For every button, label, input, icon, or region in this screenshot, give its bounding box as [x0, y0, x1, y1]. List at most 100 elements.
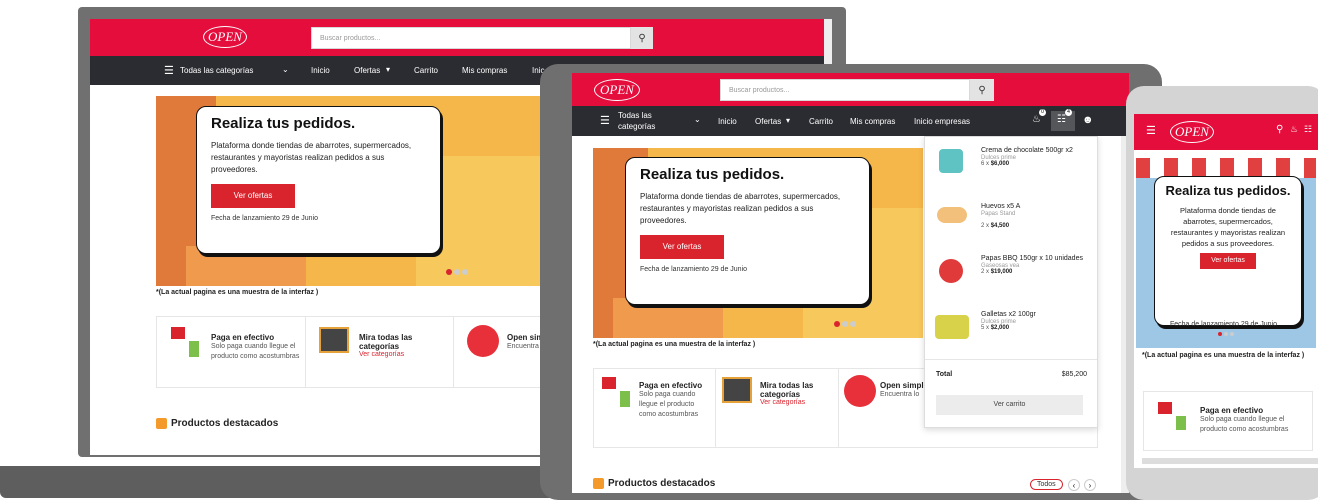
tablet-nav-categories-line1[interactable]: Todas las — [618, 111, 652, 120]
cart-item-name: Papas BBQ 150gr x 10 unidades — [981, 255, 1083, 262]
tablet-nav: ☰ Todas las categorías ⌄ Inicio Ofertas … — [572, 106, 1129, 136]
tablet-nav-inicio-empresas[interactable]: Inicio empresas — [914, 117, 970, 126]
ver-categorias-link[interactable]: Ver categorías — [760, 399, 834, 406]
menu-icon[interactable]: ☰ — [1146, 124, 1156, 137]
chevron-down-icon: ▾ — [786, 116, 791, 125]
mobile-screen: ☰ OPEN ⚲ ♨ ☷ Realiza tus pedidos. Plataf… — [1134, 114, 1318, 468]
hero-text: Plataforma donde tiendas de abarrotes, s… — [211, 141, 412, 174]
mobile-carousel-dots[interactable] — [1218, 332, 1234, 336]
cart-item-name: Crema de chocolate 500gr x2 — [981, 147, 1073, 154]
cart-item-price: $19,000 — [990, 269, 1013, 275]
hero-ver-ofertas-button[interactable]: Ver ofertas — [1200, 253, 1256, 269]
cart-item-brand: Papas Stand — [981, 211, 1016, 217]
tablet-search-input[interactable]: Buscar productos... — [720, 79, 970, 101]
desktop-carousel-dots[interactable] — [446, 269, 468, 275]
chocolate-jar-icon — [939, 149, 963, 173]
bell-icon[interactable]: ♨ — [1290, 124, 1298, 135]
desktop-nav-inicio[interactable]: Inicio — [311, 66, 330, 75]
cart-item-price: $6,000 — [990, 161, 1010, 167]
cart-item[interactable]: Huevos x5 A Papas Stand 2 x $4,500 — [925, 203, 1097, 247]
featured-title-text: Productos destacados — [171, 418, 279, 430]
mobile-logo[interactable]: OPEN — [1170, 121, 1214, 143]
hero-text: Plataforma donde tiendas de abarrotes, s… — [640, 192, 841, 225]
feature-title: Paga en efectivo — [639, 381, 703, 390]
eggs-icon — [937, 207, 967, 223]
bell-icon[interactable]: ♨ — [1032, 114, 1041, 125]
feature-title: Mira todas las categorías — [760, 381, 814, 399]
mobile-hero-date: Fecha de lanzamiento 29 de Junio — [1170, 321, 1278, 328]
cart-count-badge: 4 — [1065, 109, 1072, 116]
tablet-nav-mis-compras[interactable]: Mis compras — [850, 117, 895, 126]
chevron-right-icon[interactable]: › — [1084, 479, 1096, 491]
cart-item-qty: 5 x — [981, 325, 990, 331]
feature-title: Paga en efectivo — [211, 333, 275, 342]
chips-bag-icon — [939, 259, 963, 283]
feature-text: Solo paga cuando llegue el producto como… — [639, 391, 699, 418]
cart-item[interactable]: Crema de chocolate 500gr x2 Dulces prime… — [925, 147, 1097, 197]
search-icon[interactable]: ⚲ — [1276, 124, 1283, 135]
cart-item-price: $2,000 — [990, 325, 1010, 331]
cart-item-qty: 2 x — [981, 269, 990, 275]
bell-count-badge: 0 — [1039, 109, 1046, 116]
hero-text: Plataforma donde tiendas de abarrotes, s… — [1170, 206, 1286, 248]
cart-item-name: Galletas x2 100gr — [981, 311, 1036, 318]
desktop-nav-ofertas[interactable]: Ofertas — [354, 66, 380, 75]
desktop-nav-carrito[interactable]: Carrito — [414, 66, 438, 75]
ver-categorias-link[interactable]: Ver categorías — [359, 351, 449, 358]
menu-icon[interactable]: ☰ — [600, 114, 610, 127]
hero-title: Realiza tus pedidos. — [640, 166, 785, 183]
featured-filter-todos[interactable]: Todos — [1030, 479, 1063, 490]
tablet-logo[interactable]: OPEN — [594, 79, 640, 101]
featured-title-text: Productos destacados — [608, 478, 716, 490]
tablet-search-button[interactable]: ⚲ — [970, 79, 994, 101]
tablet-hero-card: Realiza tus pedidos. Plataforma donde ti… — [625, 157, 870, 305]
tablet-screen: OPEN Buscar productos... ⚲ ☰ Todas las c… — [572, 73, 1129, 493]
desktop-features-bar: Paga en efectivo Solo paga cuando llegue… — [156, 316, 576, 388]
ver-carrito-button[interactable]: Ver carrito — [936, 395, 1083, 415]
hero-ver-ofertas-button[interactable]: Ver ofertas — [211, 184, 295, 208]
mobile-hero-card: Realiza tus pedidos. Plataforma donde ti… — [1154, 176, 1302, 326]
desktop-sample-note: *(La actual pagina es una muestra de la … — [156, 289, 319, 296]
cart-icon[interactable]: ☷ — [1304, 124, 1312, 135]
box-icon — [593, 478, 604, 489]
tablet-sample-note: *(La actual pagina es una muestra de la … — [593, 341, 756, 348]
tablet-nav-categories-line2[interactable]: categorías — [618, 122, 655, 131]
cart-item-name: Huevos x5 A — [981, 203, 1021, 210]
cart-item-qty: 2 x — [981, 223, 990, 229]
cart-dropdown: Crema de chocolate 500gr x2 Dulces prime… — [924, 136, 1098, 428]
feature-title: Paga en efectivo — [1200, 406, 1264, 415]
feature-text: Solo paga cuando llegue el producto como… — [211, 343, 300, 360]
search-icon: ⚲ — [978, 84, 986, 96]
feature-text: Solo paga cuando llegue el producto como… — [1200, 416, 1289, 433]
cart-item-price: $4,500 — [990, 223, 1010, 229]
desktop-search-button[interactable]: ⚲ — [631, 27, 653, 49]
search-icon: ⚲ — [638, 32, 646, 44]
desktop-search-input[interactable]: Buscar productos... — [311, 27, 631, 49]
desktop-nav-mis-compras[interactable]: Mis compras — [462, 66, 507, 75]
desktop-logo[interactable]: OPEN — [203, 26, 247, 48]
cart-item[interactable]: Papas BBQ 150gr x 10 unidades Gaseosas v… — [925, 255, 1097, 305]
cart-item[interactable]: Galletas x2 100gr Dulces prime 5 x $2,00… — [925, 311, 1097, 361]
tablet-nav-carrito[interactable]: Carrito — [809, 117, 833, 126]
chevron-down-icon[interactable]: ⌄ — [694, 115, 701, 124]
hero-date: Fecha de lanzamiento 29 de Junio — [211, 215, 319, 222]
feature-title: Mira todas las categorías — [359, 333, 413, 351]
chevron-down-icon: ▾ — [386, 65, 391, 74]
tablet-nav-ofertas[interactable]: Ofertas — [755, 117, 781, 126]
desktop-nav-categories[interactable]: Todas las categorías — [180, 66, 253, 75]
cash-icon — [1158, 402, 1188, 432]
hero-ver-ofertas-button[interactable]: Ver ofertas — [640, 235, 724, 259]
mobile-horizontal-scrollbar[interactable] — [1142, 458, 1318, 464]
cash-icon — [602, 377, 634, 407]
cart-icon: ☷ — [1057, 114, 1066, 125]
cookies-icon — [935, 315, 969, 339]
store-icon — [844, 375, 876, 407]
chevron-left-icon[interactable]: ‹ — [1068, 479, 1080, 491]
menu-icon[interactable]: ☰ — [164, 64, 174, 77]
tablet-nav-inicio[interactable]: Inicio — [718, 117, 737, 126]
user-icon[interactable]: ☻ — [1082, 114, 1094, 126]
desktop-featured-title: Productos destacados — [156, 418, 278, 429]
mobile-features-bar: Paga en efectivo Solo paga cuando llegue… — [1143, 391, 1313, 451]
tablet-carousel-dots[interactable] — [834, 321, 856, 327]
chevron-down-icon[interactable]: ⌄ — [282, 65, 289, 74]
